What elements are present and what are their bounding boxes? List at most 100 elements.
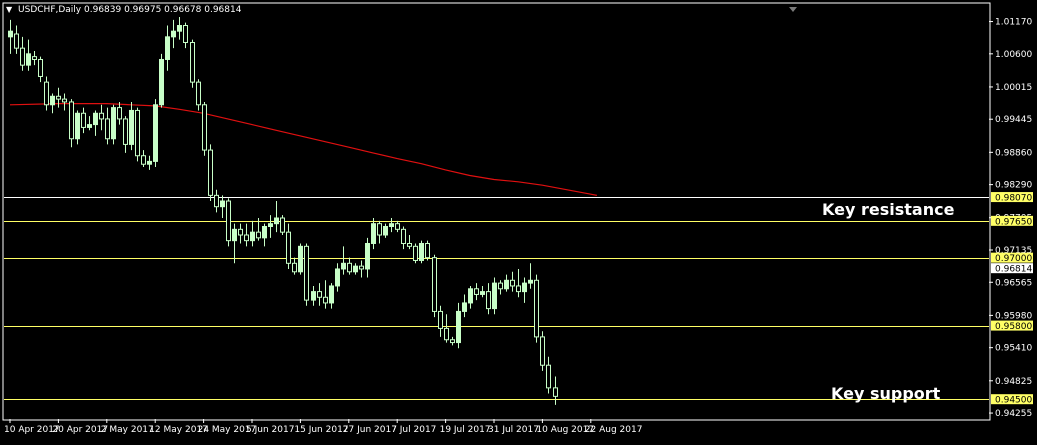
bear-candle (359, 265, 364, 270)
symbol-timeframe: USDCHF,Daily (18, 5, 82, 15)
bull-candle (93, 112, 98, 126)
bear-candle (553, 387, 558, 397)
y-tick-label: 1.00600 (995, 50, 1032, 60)
bull-candle (87, 124, 92, 128)
bear-candle (292, 262, 297, 273)
bear-candle (141, 155, 146, 165)
bear-candle (105, 118, 110, 140)
x-tick-label: 31 Jul 2017 (488, 425, 539, 435)
y-tick-label: 0.94255 (995, 409, 1032, 419)
bull-candle (268, 223, 273, 228)
bear-candle (244, 234, 249, 242)
bull-candle (492, 282, 497, 310)
bull-candle (177, 25, 182, 32)
bull-candle (250, 231, 255, 242)
bear-candle (317, 291, 322, 298)
price-chart-canvas[interactable]: 1.01170 1.00600 1.00015 0.99445 0.98860 0.982… (0, 0, 1037, 441)
bear-candle (304, 245, 309, 301)
level-price-label: 0.98070 (995, 194, 1032, 204)
bull-candle (329, 285, 334, 304)
bull-candle (75, 112, 80, 140)
bear-candle (81, 112, 86, 128)
y-tick-label: 0.96565 (995, 278, 1032, 288)
y-tick-label: 0.95410 (995, 344, 1032, 354)
bull-candle (111, 107, 116, 140)
bear-candle (498, 282, 503, 290)
bull-candle (522, 282, 527, 293)
axes: 1.01170 1.00600 1.00015 0.99445 0.98860 0.982… (4, 18, 1033, 435)
bear-candle (44, 81, 49, 106)
bear-candle (214, 194, 219, 208)
annotation-key-resistance: Key resistance (822, 200, 955, 219)
x-tick-label: 15 Jun 2017 (294, 425, 348, 435)
x-tick-label: 27 Jun 2017 (343, 425, 397, 435)
bear-candle (20, 47, 25, 66)
x-tick-label: 2 May 2017 (101, 425, 154, 435)
bear-candle (395, 223, 400, 230)
bear-candle (256, 231, 261, 239)
level-price-label: 0.94500 (995, 396, 1032, 406)
x-tick-label: 7 Jul 2017 (391, 425, 436, 435)
bull-candle (419, 242, 424, 261)
bull-candle (262, 226, 267, 239)
level-price-label: 0.95800 (995, 322, 1032, 332)
bull-candle (468, 288, 473, 304)
annotations: Key resistance Key support (822, 200, 955, 403)
bear-candle (123, 118, 128, 145)
bull-candle (383, 226, 388, 236)
bear-candle (407, 242, 412, 247)
bear-candle (62, 98, 67, 103)
bull-candle (232, 228, 237, 242)
y-tick-label: 0.94825 (995, 377, 1032, 387)
bear-candle (516, 285, 521, 293)
bear-candle (117, 107, 122, 120)
bear-candle (32, 56, 37, 60)
bull-candle (274, 217, 279, 225)
y-tick-label: 0.98860 (995, 148, 1032, 158)
x-tick-label: 20 Apr 2017 (52, 425, 108, 435)
bear-candle (474, 288, 479, 295)
bear-candle (323, 296, 328, 304)
moving-average-path (9, 102, 598, 196)
bear-candle (202, 104, 207, 151)
bull-candle (311, 291, 316, 301)
bull-candle (50, 95, 55, 106)
bear-candle (486, 291, 491, 310)
y-tick-label: 1.01170 (995, 18, 1032, 28)
bear-candle (432, 257, 437, 312)
level-price-label: 0.97000 (995, 254, 1032, 264)
chart-title-bar: ▼ USDCHF,Daily 0.96839 0.96975 0.96678 0… (6, 5, 241, 15)
bull-candle (462, 302, 467, 312)
bear-candle (226, 200, 231, 242)
level-price-label: 0.97650 (995, 217, 1032, 227)
dropdown-triangle-icon[interactable]: ▼ (6, 5, 12, 14)
x-tick-label: 10 Apr 2017 (4, 425, 60, 435)
annotation-key-support: Key support (831, 384, 941, 403)
y-tick-label: 0.98290 (995, 181, 1032, 191)
bull-candle (129, 109, 134, 145)
bull-candle (8, 30, 13, 38)
bull-candle (504, 279, 509, 290)
bull-candle (165, 36, 170, 60)
bear-candle (546, 364, 551, 389)
usdchf-daily-chart[interactable]: 1.01170 1.00600 1.00015 0.99445 0.98860 0.982… (0, 0, 1037, 441)
bull-candle (365, 242, 370, 270)
y-tick-label: 1.00015 (995, 83, 1032, 93)
bear-candle (450, 339, 455, 344)
bear-candle (280, 217, 285, 233)
current-price-label: 0.96814 (995, 265, 1032, 275)
bull-candle (341, 262, 346, 270)
bear-candle (425, 242, 430, 259)
bull-candle (153, 104, 158, 162)
bear-candle (413, 245, 418, 261)
x-tick-label: 19 Jul 2017 (440, 425, 491, 435)
bull-candle (171, 30, 176, 38)
candlestick-series (8, 17, 558, 405)
bull-candle (389, 223, 394, 228)
bear-candle (347, 262, 352, 273)
bull-candle (298, 245, 303, 273)
bull-candle (528, 279, 533, 284)
x-tick-label: 22 Aug 2017 (585, 425, 643, 435)
ohlc-values: 0.96839 0.96975 0.96678 0.96814 (84, 5, 242, 15)
bear-candle (377, 223, 382, 236)
